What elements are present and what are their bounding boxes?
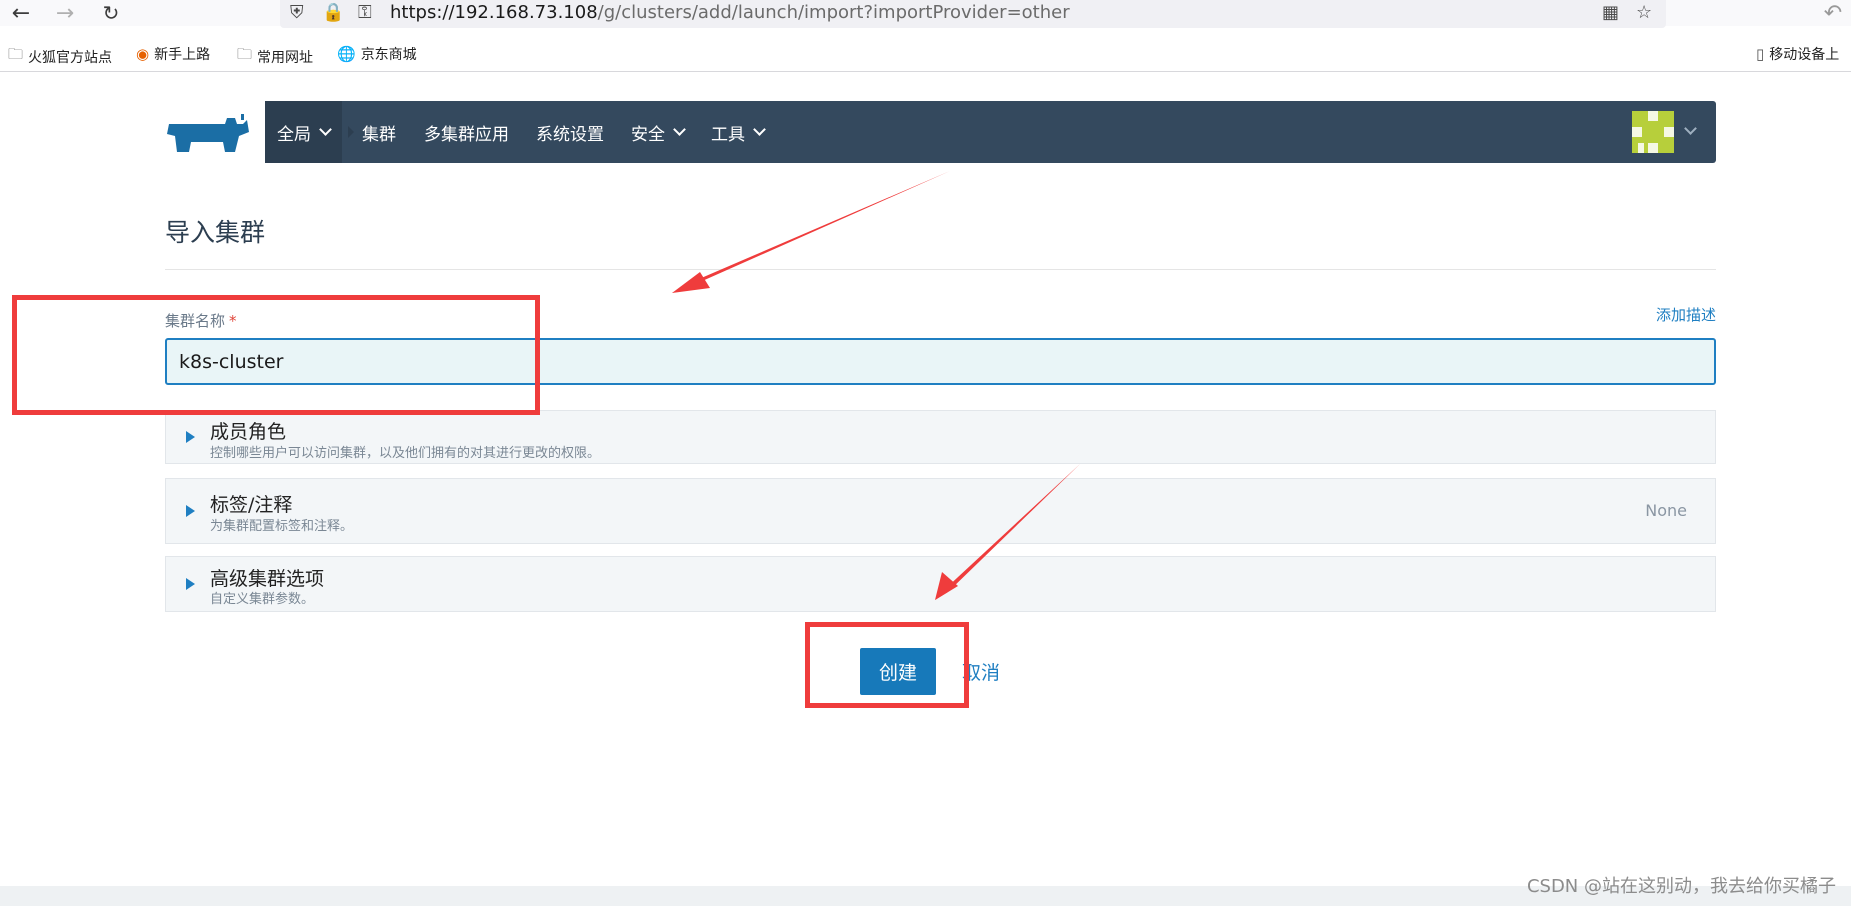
annotation-arrow-1 [672, 171, 950, 293]
nav-tools[interactable]: 工具 [711, 101, 766, 163]
nav-settings[interactable]: 系统设置 [536, 101, 604, 163]
caret-right-icon [186, 578, 195, 590]
accordion-labels-annotations[interactable]: 标签/注释 为集群配置标签和注释。 None [165, 478, 1716, 544]
bookmark-label: 京东商城 [360, 47, 417, 63]
nav-security[interactable]: 安全 [631, 101, 686, 163]
add-description-link[interactable]: 添加描述 [1656, 304, 1716, 325]
caret-right-icon [186, 431, 195, 443]
active-pointer-icon [348, 126, 354, 138]
browser-toolbar: ← → ↻ ⛨ 🔒 ⚿ https://192.168.73.108/g/clu… [0, 0, 1851, 28]
nav-settings-label: 系统设置 [536, 124, 604, 145]
back-arrow-icon[interactable]: ← [6, 0, 36, 26]
nav-global-label: 全局 [277, 124, 311, 145]
annotation-box-create [805, 622, 969, 708]
folder-icon: 🗀 [237, 45, 253, 63]
url-text[interactable]: https://192.168.73.108/g/clusters/add/la… [390, 2, 1070, 23]
annotation-arrow-head-1 [672, 272, 710, 293]
key-icon[interactable]: ⚿ [358, 2, 372, 23]
chevron-down-icon[interactable] [1684, 122, 1697, 135]
labels-count-value: None [1645, 501, 1687, 520]
annotation-box-name [12, 295, 540, 415]
shield-icon[interactable]: ⛨ [290, 2, 304, 23]
mobile-device-icon: ▯ [1756, 45, 1765, 63]
main-nav: 全局 集群 多集群应用 系统设置 安全 工具 [265, 101, 1716, 163]
page-title: 导入集群 [165, 218, 266, 247]
nav-multi-cluster-apps-label: 多集群应用 [424, 124, 509, 145]
watermark-text: CSDN @站在这别动，我去给你买橘子 [1526, 876, 1836, 897]
star-icon[interactable]: ☆ [1636, 2, 1652, 23]
accordion-title: 高级集群选项 [210, 568, 325, 590]
bookmark-item[interactable]: 🌐 京东商城 [337, 44, 417, 64]
bookmarks-bar: 🗀 火狐官方站点 ◉ 新手上路 🗀 常用网址 🌐 京东商城 ▯ 移动设备上 [0, 40, 1851, 70]
chrome-divider [0, 71, 1851, 72]
undo-icon[interactable]: ↶ [1818, 0, 1848, 26]
bookmark-label: 常用网址 [257, 49, 314, 66]
nav-security-label: 安全 [631, 124, 665, 145]
title-divider [165, 269, 1716, 270]
nav-multi-cluster-apps[interactable]: 多集群应用 [424, 101, 509, 163]
nav-tools-label: 工具 [711, 124, 745, 145]
url-host: https://192.168.73.108 [390, 2, 598, 23]
url-path: /g/clusters/add/launch/import?importProv… [597, 2, 1070, 23]
folder-icon: 🗀 [8, 45, 24, 63]
nav-clusters-label: 集群 [362, 124, 396, 145]
bookmark-label: 新手上路 [154, 47, 211, 63]
user-avatar[interactable] [1632, 111, 1674, 153]
mobile-bookmarks-label: 移动设备上 [1769, 47, 1840, 63]
caret-right-icon [186, 505, 195, 517]
bookmark-item[interactable]: 🗀 常用网址 [237, 44, 313, 69]
accordion-subtitle: 为集群配置标签和注释。 [210, 519, 354, 534]
bookmark-item[interactable]: ◉ 新手上路 [136, 44, 210, 64]
bookmark-item[interactable]: 🗀 火狐官方站点 [8, 44, 112, 69]
nav-global[interactable]: 全局 [265, 101, 342, 163]
accordion-subtitle: 自定义集群参数。 [210, 592, 315, 607]
nav-clusters[interactable]: 集群 [362, 101, 396, 163]
accordion-title: 成员角色 [210, 421, 287, 443]
reload-icon[interactable]: ↻ [96, 0, 126, 26]
lock-icon[interactable]: 🔒 [322, 2, 344, 23]
chevron-down-icon [753, 123, 766, 136]
accordion-subtitle: 控制哪些用户可以访问集群，以及他们拥有的对其进行更改的权限。 [210, 446, 601, 461]
bookmark-label: 火狐官方站点 [28, 49, 113, 66]
firefox-icon: ◉ [136, 45, 150, 63]
chevron-down-icon [673, 123, 686, 136]
accordion-advanced-options[interactable]: 高级集群选项 自定义集群参数。 [165, 556, 1716, 612]
qr-code-icon[interactable]: ▦ [1602, 2, 1619, 23]
accordion-title: 标签/注释 [210, 494, 293, 516]
chevron-down-icon [319, 123, 332, 136]
globe-icon: 🌐 [337, 45, 356, 63]
mobile-bookmarks[interactable]: ▯ 移动设备上 [1756, 44, 1839, 64]
rancher-logo-icon[interactable] [165, 112, 251, 156]
url-bar[interactable]: ⛨ 🔒 ⚿ https://192.168.73.108/g/clusters/… [280, 0, 1666, 28]
forward-arrow-icon[interactable]: → [50, 0, 80, 26]
accordion-member-roles[interactable]: 成员角色 控制哪些用户可以访问集群，以及他们拥有的对其进行更改的权限。 [165, 410, 1716, 464]
